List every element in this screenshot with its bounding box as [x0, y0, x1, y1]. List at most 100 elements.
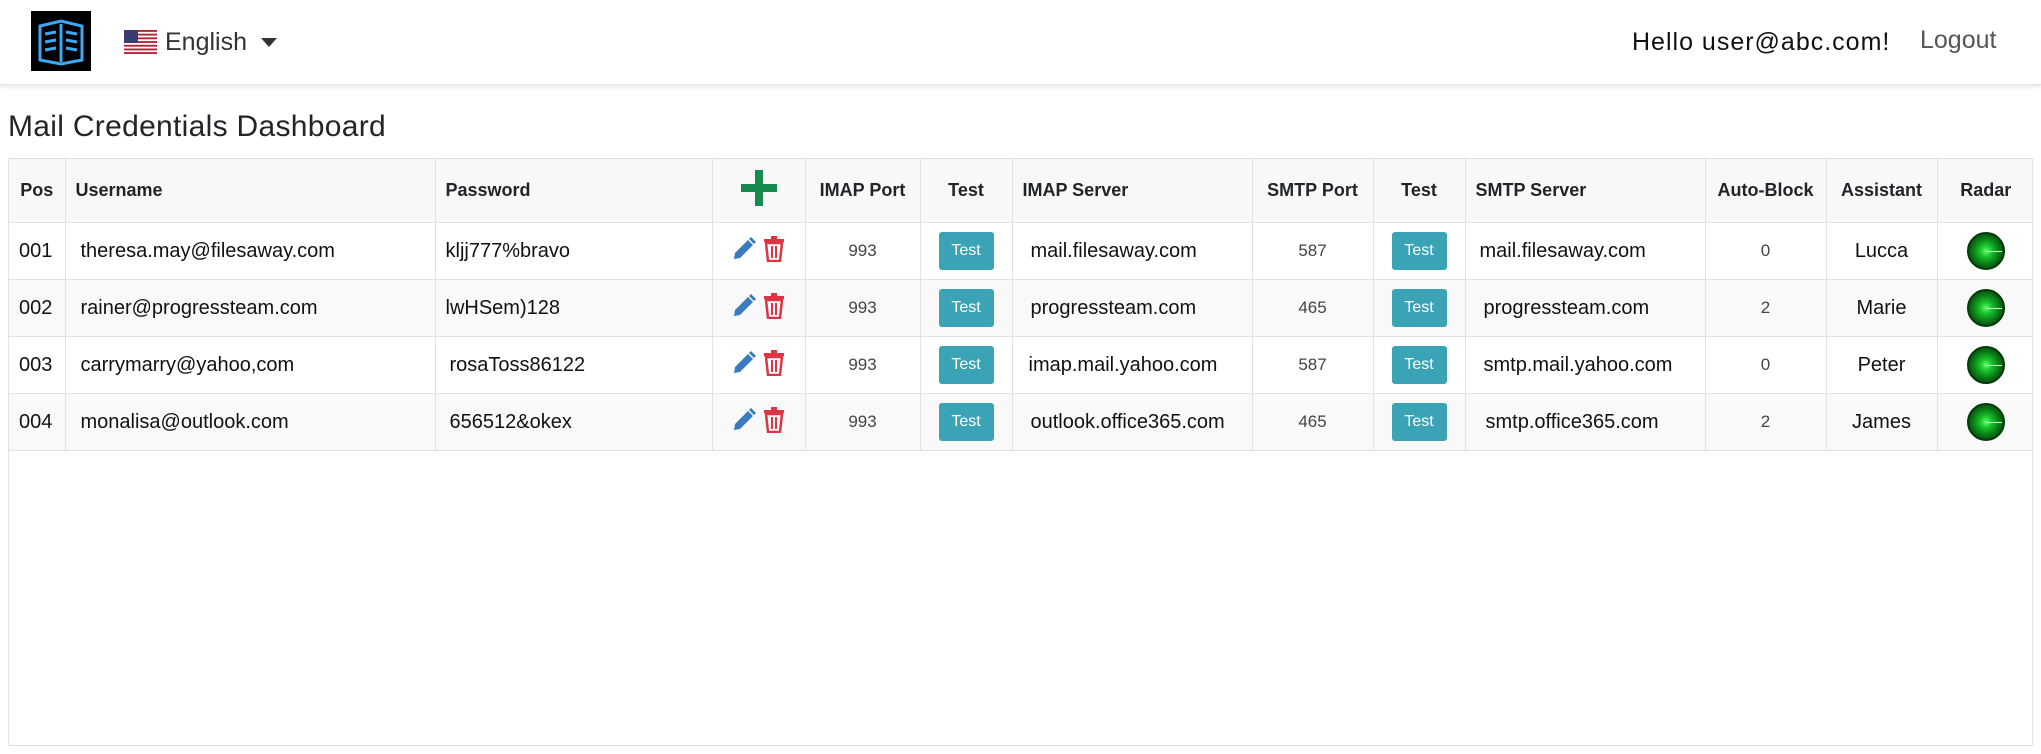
row-imap-server: progressteam.com: [1012, 279, 1253, 337]
row-pos: 002: [9, 279, 66, 337]
row-imap-port: 993: [805, 222, 921, 280]
smtp-test-button[interactable]: Test: [1391, 289, 1447, 327]
row-pos: 004: [9, 393, 66, 451]
pencil-icon[interactable]: [731, 407, 757, 438]
radar-icon[interactable]: [1966, 346, 2005, 384]
column-header-smtp-server: SMTP Server: [1465, 159, 1706, 223]
table-row: 004 monalisa@outlook.com 656512&okex 993…: [9, 393, 2032, 451]
row-smtp-server: mail.filesaway.com: [1465, 222, 1706, 280]
chevron-down-icon: [261, 37, 277, 47]
imap-test-button[interactable]: Test: [938, 289, 994, 327]
radar-icon[interactable]: [1966, 289, 2005, 327]
row-smtp-server: progressteam.com: [1465, 279, 1706, 337]
smtp-test-button[interactable]: Test: [1391, 403, 1447, 441]
row-auto-block: 0: [1705, 222, 1827, 280]
row-actions: [712, 393, 806, 451]
column-header-imap-port: IMAP Port: [805, 159, 921, 223]
row-auto-block: 0: [1705, 336, 1827, 394]
user-greeting: Hello user@abc.com!: [1632, 28, 1891, 56]
table-row: 001 theresa.may@filesaway.com kljj777%br…: [9, 222, 2032, 280]
row-actions: [712, 279, 806, 337]
row-actions: [712, 336, 806, 394]
row-username: carrymarry@yahoo,com: [65, 336, 436, 394]
trash-icon[interactable]: [762, 235, 786, 267]
row-imap-test-cell: Test: [920, 393, 1013, 451]
row-smtp-port: 587: [1252, 222, 1374, 280]
smtp-test-button[interactable]: Test: [1391, 346, 1447, 384]
row-imap-port: 993: [805, 279, 921, 337]
trash-icon[interactable]: [762, 349, 786, 381]
column-header-username: Username: [65, 159, 436, 223]
row-assistant: James: [1826, 393, 1938, 451]
row-actions: [712, 222, 806, 280]
imap-test-button[interactable]: Test: [938, 403, 994, 441]
plus-icon[interactable]: [739, 168, 779, 213]
column-header-assistant: Assistant: [1826, 159, 1938, 223]
column-header-pos: Pos: [9, 159, 66, 223]
imap-test-button[interactable]: Test: [938, 232, 994, 270]
book-logo-icon[interactable]: [31, 11, 91, 71]
row-imap-server: outlook.office365.com: [1012, 393, 1253, 451]
table-row: 003 carrymarry@yahoo,com rosaToss86122 9…: [9, 336, 2032, 394]
pencil-icon[interactable]: [731, 236, 757, 267]
row-pos: 003: [9, 336, 66, 394]
row-username: monalisa@outlook.com: [65, 393, 436, 451]
row-smtp-port: 587: [1252, 336, 1374, 394]
row-username: theresa.may@filesaway.com: [65, 222, 436, 280]
row-smtp-server: smtp.office365.com: [1465, 393, 1706, 451]
row-radar-cell: [1937, 393, 2032, 451]
row-smtp-test-cell: Test: [1373, 336, 1466, 394]
pencil-icon[interactable]: [731, 350, 757, 381]
row-username: rainer@progressteam.com: [65, 279, 436, 337]
row-password: rosaToss86122: [435, 336, 713, 394]
row-auto-block: 2: [1705, 279, 1827, 337]
row-smtp-test-cell: Test: [1373, 222, 1466, 280]
row-assistant: Peter: [1826, 336, 1938, 394]
row-smtp-port: 465: [1252, 393, 1374, 451]
add-credential-cell: [712, 159, 806, 223]
row-imap-server: imap.mail.yahoo.com: [1012, 336, 1253, 394]
language-label: English: [165, 27, 247, 56]
trash-icon[interactable]: [762, 406, 786, 438]
row-assistant: Marie: [1826, 279, 1938, 337]
column-header-imap-test: Test: [920, 159, 1013, 223]
row-radar-cell: [1937, 336, 2032, 394]
row-imap-test-cell: Test: [920, 279, 1013, 337]
row-auto-block: 2: [1705, 393, 1827, 451]
column-header-password: Password: [435, 159, 713, 223]
row-smtp-test-cell: Test: [1373, 393, 1466, 451]
row-assistant: Lucca: [1826, 222, 1938, 280]
row-imap-test-cell: Test: [920, 222, 1013, 280]
column-header-auto-block: Auto-Block: [1705, 159, 1827, 223]
imap-test-button[interactable]: Test: [938, 346, 994, 384]
table-row: 002 rainer@progressteam.com lwHSem)128 9…: [9, 279, 2032, 337]
column-header-smtp-test: Test: [1373, 159, 1466, 223]
pencil-icon[interactable]: [731, 293, 757, 324]
radar-icon[interactable]: [1966, 403, 2005, 441]
us-flag-icon: [124, 30, 157, 54]
trash-icon[interactable]: [762, 292, 786, 324]
page-title: Mail Credentials Dashboard: [8, 110, 386, 143]
column-header-radar: Radar: [1937, 159, 2032, 223]
row-password: lwHSem)128: [435, 279, 713, 337]
row-password: 656512&okex: [435, 393, 713, 451]
row-smtp-test-cell: Test: [1373, 279, 1466, 337]
column-header-smtp-port: SMTP Port: [1252, 159, 1374, 223]
row-password: kljj777%bravo: [435, 222, 713, 280]
row-radar-cell: [1937, 279, 2032, 337]
row-smtp-port: 465: [1252, 279, 1374, 337]
smtp-test-button[interactable]: Test: [1391, 232, 1447, 270]
credentials-table: Pos Username Password IMAP Port Test IMA…: [8, 158, 2033, 746]
logout-link[interactable]: Logout: [1920, 26, 1996, 55]
table-header-row: Pos Username Password IMAP Port Test IMA…: [9, 159, 2032, 223]
row-imap-test-cell: Test: [920, 336, 1013, 394]
column-header-imap-server: IMAP Server: [1012, 159, 1253, 223]
row-imap-port: 993: [805, 336, 921, 394]
navbar: English Hello user@abc.com! Logout: [0, 0, 2041, 85]
row-radar-cell: [1937, 222, 2032, 280]
language-dropdown[interactable]: English: [124, 22, 277, 62]
row-pos: 001: [9, 222, 66, 280]
row-smtp-server: smtp.mail.yahoo.com: [1465, 336, 1706, 394]
radar-icon[interactable]: [1966, 232, 2005, 270]
row-imap-server: mail.filesaway.com: [1012, 222, 1253, 280]
